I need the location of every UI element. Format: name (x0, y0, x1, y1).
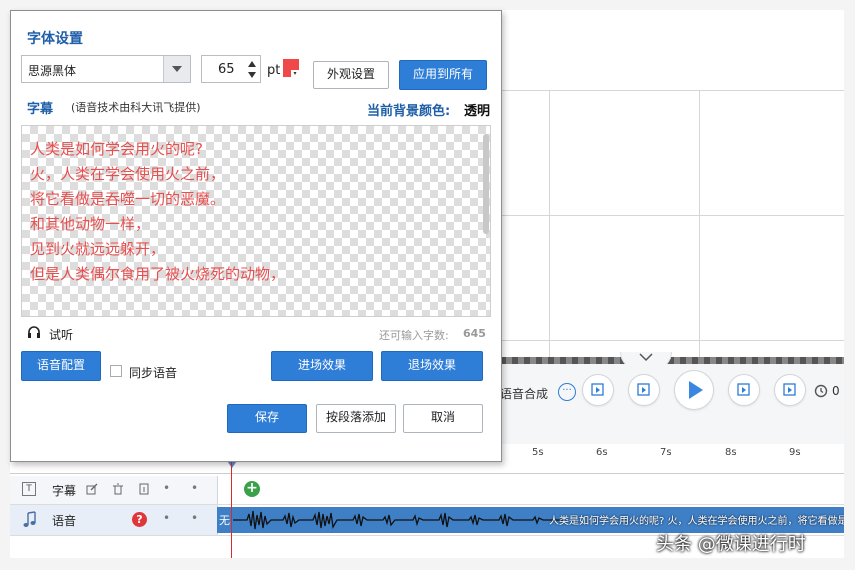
clip-text: 人类是如何学会用火的呢? 火，人类在学会使用火之前，将它看做是 (549, 516, 844, 527)
clock-icon (814, 384, 828, 398)
font-settings-dialog: 字体设置 思源黑体 65 pt ▾ 外观设置 应用到所有 字幕 (语音技术由科大… (10, 10, 502, 462)
skip-forward-icon (783, 383, 796, 396)
ruler-tick: 5s (532, 447, 544, 458)
caret-down-icon: ▾ (291, 70, 299, 77)
more-icon[interactable]: ··· (558, 383, 576, 401)
track-header: 语音 ? • • (10, 505, 218, 535)
edit-icon[interactable] (86, 483, 98, 495)
delete-icon[interactable] (112, 483, 124, 495)
grid-line (699, 90, 700, 360)
preview-line: 人类是如何学会用火的呢? (30, 140, 203, 158)
preview-line: 但是人类偶尔食用了被火烧死的动物， (30, 265, 286, 283)
track-name: 字幕 (52, 484, 77, 498)
ruler-tick: 6s (596, 447, 608, 458)
music-note-icon (23, 511, 36, 527)
dot-icon: • (191, 511, 199, 525)
playhead[interactable] (231, 462, 232, 558)
dialog-title: 字体设置 (27, 31, 83, 47)
grid-line (500, 340, 844, 341)
sync-voice-label[interactable]: 同步语音 (129, 364, 177, 381)
grid-line (549, 90, 550, 360)
play-icon (689, 381, 703, 399)
track-name: 语音 (52, 514, 77, 528)
subtitle-text-area[interactable]: 人类是如何学会用火的呢? 火，人类在学会使用火之前， 将它看做是吞噬一切的恶魔。… (21, 125, 491, 317)
exit-effect-button[interactable]: 退场效果 (381, 351, 483, 381)
font-color-swatch[interactable]: ▾ (283, 59, 299, 77)
save-button[interactable]: 保存 (227, 404, 307, 433)
decrement-icon[interactable] (248, 72, 256, 78)
step-forward-icon (737, 383, 750, 396)
caret-down-icon (172, 66, 182, 72)
next-segment-button[interactable] (774, 374, 806, 406)
font-unit: pt (267, 63, 281, 78)
font-family-value: 思源黑体 (28, 64, 77, 78)
chevron-down-icon (639, 353, 653, 362)
subtitle-label: 字幕 (27, 102, 54, 117)
voice-config-button[interactable]: 语音配置 (21, 351, 101, 381)
dot-icon: • (191, 481, 199, 495)
play-button[interactable] (674, 370, 714, 410)
speech-synthesis-label[interactable]: 语音合成 (500, 385, 548, 402)
skip-back-icon (591, 383, 604, 396)
font-size-stepper[interactable]: 65 (201, 55, 261, 83)
track-header: T 字幕 • • (10, 476, 218, 504)
add-subtitle-icon[interactable]: + (244, 481, 260, 497)
font-family-select[interactable]: 思源黑体 (21, 55, 191, 83)
preview-line: 见到火就远远躲开， (30, 240, 166, 258)
remaining-label: 还可输入字数: (379, 329, 449, 342)
headphones-icon[interactable] (27, 326, 41, 338)
subtitle-track: T 字幕 • • + (10, 476, 844, 505)
scrollbar-thumb[interactable] (483, 134, 489, 234)
apply-to-all-button[interactable]: 应用到所有 (399, 60, 487, 90)
playback-controls: 语音合成 ··· 0 (500, 364, 844, 444)
prev-frame-button[interactable] (628, 374, 660, 406)
clip-start-label: 无 (219, 514, 230, 527)
preview-line: 火，人类在学会使用火之前， (30, 165, 226, 183)
time-readout: 0 (832, 384, 840, 398)
grid-line (500, 90, 844, 91)
watermark: 头条 @微课进行时 (656, 534, 806, 555)
subtitle-note: (语音技术由科大讯飞提供) (71, 101, 201, 114)
next-frame-button[interactable] (728, 374, 760, 406)
warning-icon[interactable]: ? (132, 512, 147, 527)
import-icon[interactable] (138, 483, 150, 495)
add-by-paragraph-button[interactable]: 按段落添加 (316, 404, 396, 433)
remaining-count: 645 (463, 327, 486, 340)
font-size-value: 65 (218, 62, 235, 77)
enter-effect-button[interactable]: 进场效果 (271, 351, 373, 381)
waveform (233, 510, 563, 530)
ruler-tick: 8s (725, 447, 737, 458)
dropdown-button[interactable] (163, 56, 190, 82)
sync-voice-checkbox[interactable] (110, 365, 122, 377)
dot-icon: • (163, 481, 171, 495)
step-back-icon (637, 383, 650, 396)
increment-icon[interactable] (248, 61, 256, 67)
listen-label[interactable]: 试听 (49, 326, 73, 343)
bg-color-value: 透明 (464, 104, 491, 119)
grid-line (500, 215, 844, 216)
preview-line: 和其他动物一样， (30, 215, 151, 233)
cancel-button[interactable]: 取消 (403, 404, 483, 433)
text-icon: T (22, 482, 36, 496)
ruler-tick: 9s (789, 447, 801, 458)
prev-segment-button[interactable] (582, 374, 614, 406)
appearance-settings-button[interactable]: 外观设置 (313, 61, 389, 89)
canvas-bottom-strip (500, 357, 844, 364)
dot-icon: • (163, 511, 171, 525)
preview-line: 将它看做是吞噬一切的恶魔。 (30, 190, 226, 208)
ruler-tick: 7s (660, 447, 672, 458)
bg-color-label: 当前背景颜色: (367, 104, 451, 119)
stage-canvas[interactable] (500, 10, 844, 362)
